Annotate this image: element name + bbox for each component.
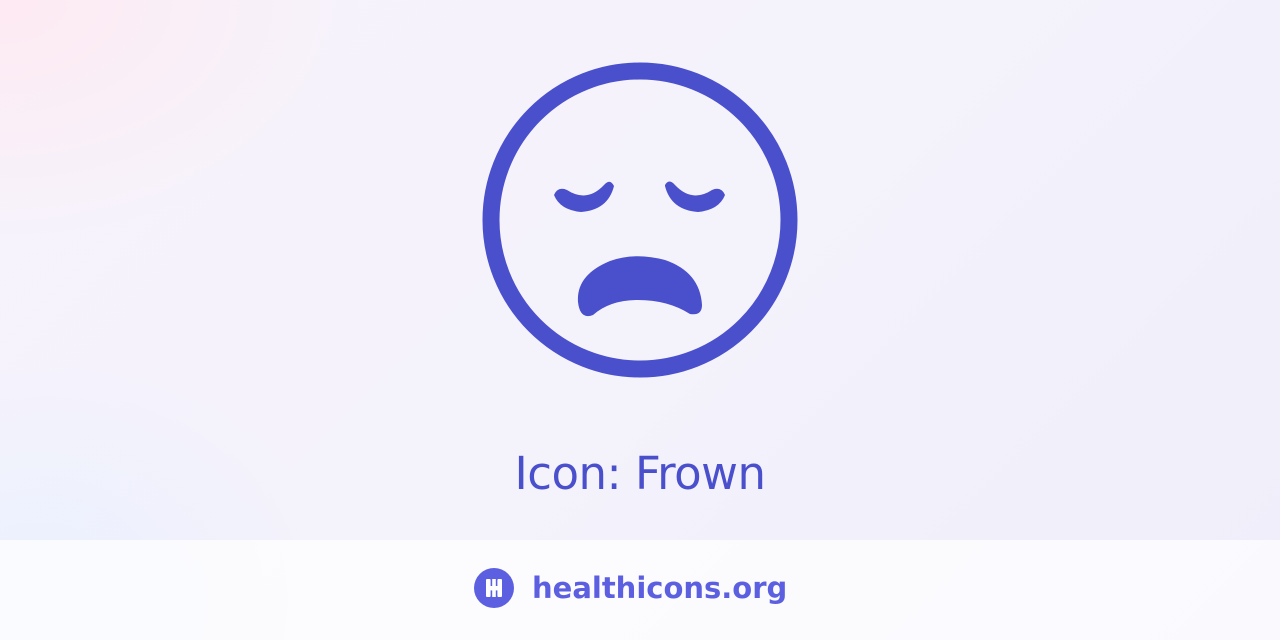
brand-text: healthicons.org: [532, 571, 788, 605]
footer: healthicons.org: [0, 540, 1280, 640]
brand-link[interactable]: healthicons.org: [474, 568, 787, 608]
hero: Icon: Frown: [0, 0, 1280, 540]
mouth: [577, 256, 702, 317]
frown-icon: [482, 62, 798, 378]
page-title: Icon: Frown: [514, 447, 766, 500]
healthicons-logo-icon: [474, 568, 514, 608]
face-outline: [482, 62, 798, 378]
right-eye: [665, 181, 725, 212]
left-eye: [554, 181, 614, 212]
